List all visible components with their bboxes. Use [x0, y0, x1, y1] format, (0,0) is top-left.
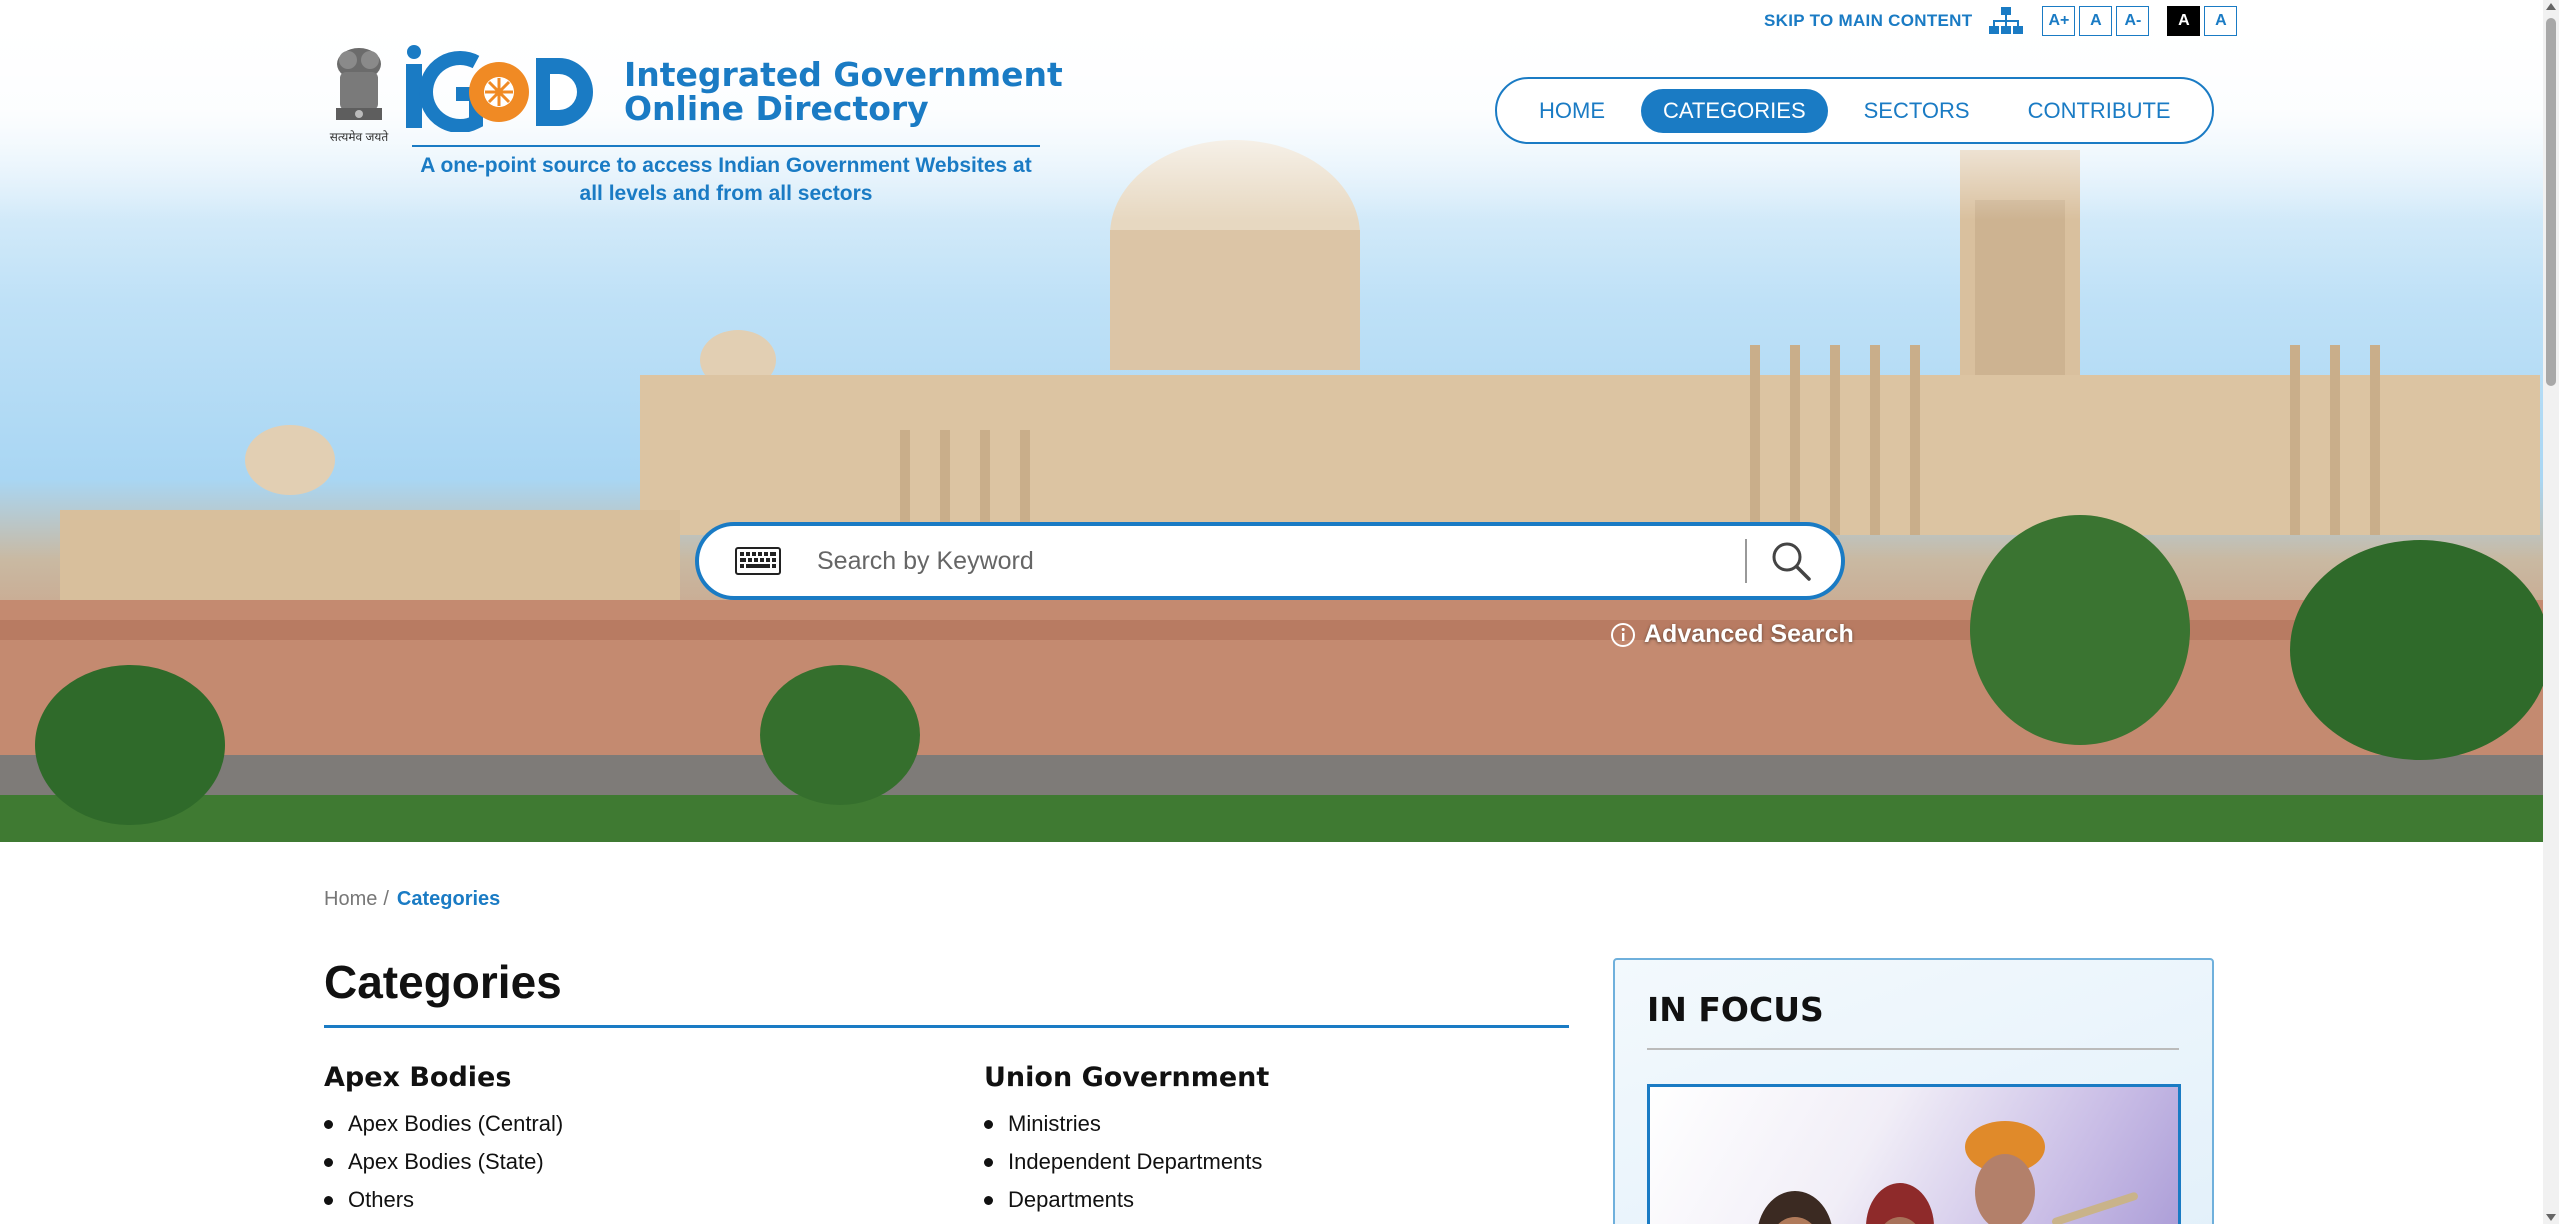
- skip-to-main-link[interactable]: SKIP TO MAIN CONTENT: [1764, 11, 1972, 31]
- scroll-up-arrow-icon[interactable]: [2546, 3, 2556, 10]
- advanced-search-link[interactable]: Advanced Search: [1610, 620, 1854, 649]
- category-list: Ministries Independent Departments Depar…: [984, 1105, 1269, 1219]
- category-column-apex: Apex Bodies Apex Bodies (Central) Apex B…: [324, 1062, 563, 1219]
- scroll-down-arrow-icon[interactable]: [2546, 1214, 2556, 1221]
- category-link[interactable]: Apex Bodies (State): [324, 1143, 563, 1181]
- breadcrumb-separator: /: [383, 888, 389, 910]
- brand-name: Integrated Government Online Directory: [624, 58, 1063, 126]
- search-input[interactable]: [817, 546, 1745, 576]
- people-illustration: [1758, 1121, 2138, 1224]
- breadcrumb-current: Categories: [396, 888, 501, 910]
- site-tagline: A one-point source to access Indian Gove…: [420, 154, 1032, 205]
- category-link[interactable]: Others: [324, 1181, 563, 1219]
- category-list: Apex Bodies (Central) Apex Bodies (State…: [324, 1105, 563, 1219]
- category-link[interactable]: Independent Departments: [984, 1143, 1269, 1181]
- page-title: Categories: [324, 956, 562, 1008]
- virtual-keyboard-icon[interactable]: [735, 547, 781, 575]
- info-icon: [1611, 622, 1635, 647]
- scrollbar-thumb[interactable]: [2546, 18, 2556, 386]
- sitemap-icon[interactable]: [1988, 6, 2024, 36]
- igod-logo-icon[interactable]: [404, 42, 604, 132]
- national-emblem-icon[interactable]: [322, 42, 396, 142]
- in-focus-banner-image[interactable]: [1647, 1084, 2181, 1224]
- category-heading: Union Government: [984, 1062, 1270, 1093]
- category-link[interactable]: Ministries: [984, 1105, 1269, 1143]
- controls-spacer: [2153, 6, 2163, 36]
- font-size-controls: A+ A A- A A: [2042, 6, 2238, 36]
- search-bar: [695, 522, 1845, 600]
- breadcrumb-home[interactable]: Home: [324, 888, 377, 911]
- in-focus-divider: [1647, 1048, 2179, 1050]
- nav-sectors[interactable]: SECTORS: [1842, 89, 1992, 133]
- brand-line-2: Online Directory: [624, 89, 929, 128]
- utility-bar: SKIP TO MAIN CONTENT A+ A A- A A: [1764, 4, 2238, 38]
- main-navigation: HOME CATEGORIES SECTORS CONTRIBUTE: [1495, 77, 2214, 144]
- title-divider: [324, 1025, 1569, 1028]
- in-focus-panel: IN FOCUS: [1613, 958, 2214, 1224]
- search-icon[interactable]: [1769, 539, 1813, 583]
- brand-line-1: Integrated Government: [624, 55, 1063, 94]
- page-scrollbar[interactable]: [2543, 0, 2559, 1224]
- in-focus-title: IN FOCUS: [1647, 990, 1824, 1029]
- emblem-caption: सत्यमेव जयते: [329, 130, 389, 144]
- category-link[interactable]: Apex Bodies (Central): [324, 1105, 563, 1143]
- category-heading: Apex Bodies: [324, 1062, 512, 1093]
- font-normal-button[interactable]: A: [2079, 6, 2113, 36]
- advanced-search-label: Advanced Search: [1644, 620, 1854, 648]
- nav-categories[interactable]: CATEGORIES: [1641, 88, 1828, 133]
- nav-home[interactable]: HOME: [1517, 89, 1627, 133]
- nav-contribute[interactable]: CONTRIBUTE: [2006, 89, 2193, 133]
- category-column-union: Union Government Ministries Independent …: [984, 1062, 1269, 1219]
- high-contrast-button[interactable]: A: [2167, 6, 2201, 36]
- breadcrumb: Home / Categories: [324, 888, 500, 911]
- normal-contrast-button[interactable]: A: [2204, 6, 2238, 36]
- font-decrease-button[interactable]: A-: [2116, 6, 2150, 36]
- category-link[interactable]: Departments: [984, 1181, 1269, 1219]
- brand-divider: [412, 145, 1040, 147]
- font-increase-button[interactable]: A+: [2042, 6, 2076, 36]
- search-divider: [1745, 539, 1747, 583]
